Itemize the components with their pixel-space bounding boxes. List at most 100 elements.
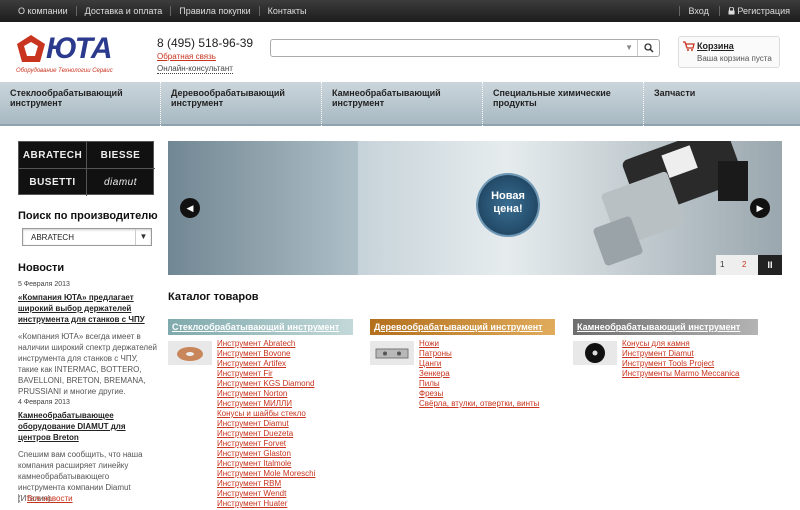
manufacturer-heading: Поиск по производителю xyxy=(18,210,158,222)
catalog-header-stone[interactable]: Камнеобрабатывающий инструмент xyxy=(573,319,758,335)
nav-chemicals[interactable]: Специальные химические продукты xyxy=(483,88,643,122)
cart-label[interactable]: Корзина xyxy=(697,41,734,51)
catalog-header-glass[interactable]: Стеклообрабатывающий инструмент xyxy=(168,319,353,335)
logo-mark-icon xyxy=(17,35,45,62)
brand-biesse[interactable]: BIESSE xyxy=(87,142,154,168)
all-news-link[interactable]: Все новости xyxy=(18,494,73,503)
news-title[interactable]: Камнеобрабатывающее оборудование DIAMUT … xyxy=(18,410,158,443)
lock-icon xyxy=(728,6,735,15)
brand-diamut[interactable]: diamut xyxy=(87,169,154,195)
slider-next-button[interactable]: ▶ xyxy=(750,198,770,218)
manufacturer-selected: ABRATECH xyxy=(31,233,74,242)
glass-tool-image xyxy=(168,341,212,365)
new-price-badge: Новая цена! xyxy=(478,175,538,235)
promo-slider: ◀ ▶ xyxy=(168,141,782,275)
catalog-link[interactable]: Инструменты Marmo Meccanica xyxy=(622,369,739,379)
news-item: 4 Февраля 2013 Камнеобрабатывающее обору… xyxy=(18,397,158,504)
catalog-link[interactable]: Инструмент Huater xyxy=(217,499,315,509)
brand-abratech[interactable]: ABRATECH xyxy=(19,142,86,168)
slider-page-1[interactable]: 1 xyxy=(720,260,724,269)
search-input[interactable]: ▼ xyxy=(270,39,660,57)
nav-spare-parts[interactable]: Запчасти xyxy=(644,88,800,122)
catalog-list-stone: Конусы для камня Инструмент Diamut Инстр… xyxy=(622,339,739,379)
catalog-list-wood: Ножи Патроны Цанги Зенкера Пилы Фрезы Св… xyxy=(419,339,539,409)
catalog-list-glass: Инструмент Abratech Инструмент Bovone Ин… xyxy=(217,339,315,509)
catalog-link[interactable]: Инструмент МИЛЛИ xyxy=(217,399,315,409)
slider-pager: 1 2 II xyxy=(716,255,782,275)
catalog-link[interactable]: Свёрла, втулки, отвертки, винты xyxy=(419,399,539,409)
catalog-link[interactable]: Инструмент Mole Moreschi xyxy=(217,469,315,479)
brand-busetti[interactable]: BUSETTI xyxy=(19,169,86,195)
catalog-link[interactable]: Конусы и шайбы стекло xyxy=(217,409,315,419)
logo[interactable]: ЮТА Оборудование Технологии Сервис xyxy=(16,32,132,80)
nav-stone-tools[interactable]: Камнеобрабатывающий инструмент xyxy=(322,88,482,122)
top-nav-rules[interactable]: Правила покупки xyxy=(171,6,260,16)
chevron-down-icon: ▼ xyxy=(135,229,151,245)
phone-number: 8 (495) 518-96-39 xyxy=(157,36,254,50)
manufacturer-select[interactable]: ABRATECH ▼ xyxy=(22,228,152,246)
top-nav: О компании Доставка и оплата Правила пок… xyxy=(10,6,314,16)
catalog-link[interactable]: Инструмент Wendt xyxy=(217,489,315,499)
catalog-link[interactable]: Инструмент Abratech xyxy=(217,339,315,349)
catalog-column-stone: Камнеобрабатывающий инструмент Конусы дл… xyxy=(573,319,758,378)
nav-wood-tools[interactable]: Деревообрабатывающий инструмент xyxy=(161,88,321,122)
news-body: «Компания ЮТА» всегда имеет в наличии ши… xyxy=(18,332,158,396)
news-title[interactable]: «Компания ЮТА» предлагает широкий выбор … xyxy=(18,292,158,325)
catalog-link[interactable]: Инструмент Glaston xyxy=(217,449,315,459)
cart-status: Ваша корзина пуста xyxy=(697,54,772,63)
catalog-link[interactable]: Конусы для камня xyxy=(622,339,739,349)
search-button[interactable] xyxy=(637,40,659,56)
catalog-link[interactable]: Инструмент Diamut xyxy=(622,349,739,359)
wood-tool-image xyxy=(370,341,414,365)
register-link[interactable]: Регистрация xyxy=(718,6,790,16)
catalog-link[interactable]: Инструмент KGS Diamond xyxy=(217,379,315,389)
catalog-link[interactable]: Ножи xyxy=(419,339,539,349)
catalog-link[interactable]: Инструмент Fir xyxy=(217,369,315,379)
catalog-column-wood: Деревообрабатывающий инструмент Ножи Пат… xyxy=(370,319,555,408)
cart-icon xyxy=(683,41,695,51)
catalog-link[interactable]: Инструмент Tools Project xyxy=(622,359,739,369)
catalog-link[interactable]: Зенкера xyxy=(419,369,539,379)
catalog-link[interactable]: Патроны xyxy=(419,349,539,359)
register-label: Регистрация xyxy=(737,6,790,16)
catalog-link[interactable]: Инструмент RBM xyxy=(217,479,315,489)
contact-links: Обратная связь Онлайн-консультант xyxy=(157,52,233,77)
catalog-link[interactable]: Цанги xyxy=(419,359,539,369)
top-bar: О компании Доставка и оплата Правила пок… xyxy=(0,0,800,22)
catalog-header-wood[interactable]: Деревообрабатывающий инструмент xyxy=(370,319,555,335)
catalog-link[interactable]: Инструмент Duezeta xyxy=(217,429,315,439)
category-nav: Стеклообрабатывающий инструмент Деревооб… xyxy=(0,82,800,126)
feedback-link[interactable]: Обратная связь xyxy=(157,52,216,61)
logo-tagline: Оборудование Технологии Сервис xyxy=(16,68,113,74)
news-heading: Новости xyxy=(18,262,65,274)
catalog-link[interactable]: Инструмент Bovone xyxy=(217,349,315,359)
top-nav-about[interactable]: О компании xyxy=(10,6,77,16)
news-date: 4 Февраля 2013 xyxy=(18,399,70,406)
logo-text: ЮТА xyxy=(46,32,113,65)
slider-prev-button[interactable]: ◀ xyxy=(180,198,200,218)
news-date: 5 Февраля 2013 xyxy=(18,281,70,288)
news-item: 5 Февраля 2013 «Компания ЮТА» предлагает… xyxy=(18,279,158,397)
catalog-link[interactable]: Инструмент Norton xyxy=(217,389,315,399)
header: ЮТА Оборудование Технологии Сервис 8 (49… xyxy=(0,22,800,82)
brand-logos: ABRATECH BIESSE BUSETTI diamut xyxy=(18,141,155,196)
catalog-column-glass: Стеклообрабатывающий инструмент Инструме… xyxy=(168,319,353,508)
cart-widget[interactable]: Корзина Ваша корзина пуста xyxy=(678,36,780,68)
slider-pause-button[interactable]: II xyxy=(758,255,782,275)
catalog-link[interactable]: Инструмент Italmole xyxy=(217,459,315,469)
login-link[interactable]: Вход xyxy=(679,6,709,16)
search-dropdown-icon[interactable]: ▼ xyxy=(625,43,633,52)
catalog-link[interactable]: Инструмент Forvet xyxy=(217,439,315,449)
online-consultant-link[interactable]: Онлайн-консультант xyxy=(157,64,233,74)
catalog-link[interactable]: Инструмент Artifex xyxy=(217,359,315,369)
catalog-link[interactable]: Пилы xyxy=(419,379,539,389)
nav-glass-tools[interactable]: Стеклообрабатывающий инструмент xyxy=(0,88,160,122)
catalog-title: Каталог товаров xyxy=(168,291,259,303)
top-nav-contacts[interactable]: Контакты xyxy=(260,6,315,16)
catalog-link[interactable]: Инструмент Diamut xyxy=(217,419,315,429)
slider-page-2[interactable]: 2 xyxy=(742,260,746,269)
search-icon xyxy=(644,43,654,53)
auth-links: Вход Регистрация xyxy=(679,6,790,16)
catalog-link[interactable]: Фрезы xyxy=(419,389,539,399)
top-nav-delivery[interactable]: Доставка и оплата xyxy=(77,6,172,16)
